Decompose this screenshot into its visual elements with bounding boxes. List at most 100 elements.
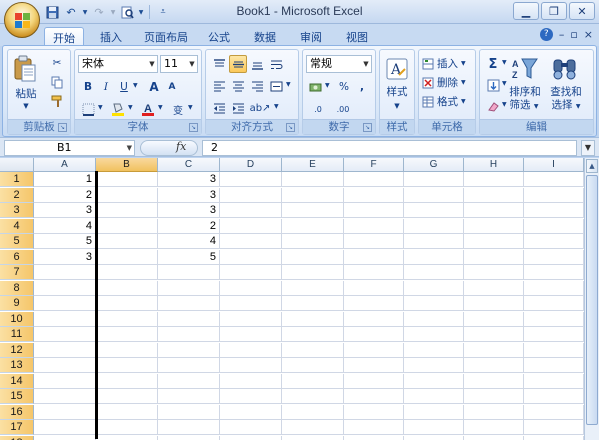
cell-e9[interactable] bbox=[282, 296, 344, 311]
bold-button[interactable]: B bbox=[79, 78, 97, 96]
cell-f2[interactable] bbox=[344, 187, 404, 203]
cell-g4[interactable] bbox=[404, 218, 464, 234]
cell-f4[interactable] bbox=[344, 218, 404, 234]
cell-b17[interactable] bbox=[96, 420, 158, 435]
fill-color-icon[interactable] bbox=[109, 100, 127, 118]
cell-d12[interactable] bbox=[220, 342, 282, 358]
name-box[interactable]: B1 ▼ bbox=[4, 140, 135, 156]
cell-g13[interactable] bbox=[404, 358, 464, 373]
cell-d17[interactable] bbox=[220, 420, 282, 435]
row-header-16[interactable]: 16 bbox=[0, 404, 34, 420]
cell-f13[interactable] bbox=[344, 358, 404, 373]
cell-g12[interactable] bbox=[404, 342, 464, 358]
align-middle-icon[interactable] bbox=[229, 55, 247, 73]
formula-input[interactable]: 2 bbox=[202, 140, 577, 156]
cell-c15[interactable] bbox=[158, 389, 220, 404]
column-header-c[interactable]: C bbox=[158, 158, 220, 172]
row-header-13[interactable]: 13 bbox=[0, 358, 34, 373]
column-header-e[interactable]: E bbox=[282, 158, 344, 172]
cell-g8[interactable] bbox=[404, 280, 464, 296]
row-header-5[interactable]: 5 bbox=[0, 234, 34, 249]
fill-color-dropdown-icon[interactable]: ▼ bbox=[128, 104, 133, 111]
format-painter-icon[interactable] bbox=[48, 92, 66, 110]
cell-c12[interactable] bbox=[158, 342, 220, 358]
styles-button[interactable]: 样式 bbox=[380, 86, 414, 98]
cell-i8[interactable] bbox=[524, 280, 584, 296]
cell-g6[interactable] bbox=[404, 249, 464, 265]
row-header-18[interactable]: 18 bbox=[0, 435, 34, 440]
cell-c16[interactable] bbox=[158, 404, 220, 420]
row-header-17[interactable]: 17 bbox=[0, 420, 34, 435]
vertical-scrollbar[interactable]: ▲ bbox=[584, 158, 599, 440]
cell-a6[interactable]: 3 bbox=[34, 249, 96, 265]
cell-h3[interactable] bbox=[464, 203, 524, 218]
cell-i16[interactable] bbox=[524, 404, 584, 420]
cell-b8[interactable] bbox=[96, 280, 158, 296]
cell-e11[interactable] bbox=[282, 327, 344, 342]
copy-icon[interactable] bbox=[48, 73, 66, 91]
cell-h10[interactable] bbox=[464, 311, 524, 327]
align-top-icon[interactable] bbox=[210, 55, 228, 73]
column-header-h[interactable]: H bbox=[464, 158, 524, 172]
cell-c17[interactable] bbox=[158, 420, 220, 435]
paste-icon[interactable] bbox=[12, 54, 38, 84]
tab-insert[interactable]: 插入 bbox=[92, 27, 130, 46]
cell-d7[interactable] bbox=[220, 265, 282, 280]
increase-decimal-button[interactable]: .0 bbox=[307, 100, 329, 118]
column-header-g[interactable]: G bbox=[404, 158, 464, 172]
cell-h17[interactable] bbox=[464, 420, 524, 435]
cell-a12[interactable] bbox=[34, 342, 96, 358]
italic-button[interactable]: I bbox=[97, 78, 115, 96]
row-header-15[interactable]: 15 bbox=[0, 389, 34, 404]
cell-a2[interactable]: 2 bbox=[34, 187, 96, 203]
cell-g11[interactable] bbox=[404, 327, 464, 342]
cell-a7[interactable] bbox=[34, 265, 96, 280]
cell-h4[interactable] bbox=[464, 218, 524, 234]
font-name-combo[interactable]: 宋体 ▼ bbox=[78, 55, 158, 73]
cell-f15[interactable] bbox=[344, 389, 404, 404]
tab-data[interactable]: 数据 bbox=[246, 27, 284, 46]
cell-f14[interactable] bbox=[344, 373, 404, 389]
column-header-i[interactable]: I bbox=[524, 158, 584, 172]
cell-c1[interactable]: 3 bbox=[158, 172, 220, 187]
row-header-6[interactable]: 6 bbox=[0, 249, 34, 265]
cell-a15[interactable] bbox=[34, 389, 96, 404]
cell-g16[interactable] bbox=[404, 404, 464, 420]
cell-h14[interactable] bbox=[464, 373, 524, 389]
cell-i13[interactable] bbox=[524, 358, 584, 373]
cell-i14[interactable] bbox=[524, 373, 584, 389]
cell-b15[interactable] bbox=[96, 389, 158, 404]
cell-e4[interactable] bbox=[282, 218, 344, 234]
cell-a4[interactable]: 4 bbox=[34, 218, 96, 234]
select-all-corner[interactable] bbox=[0, 158, 34, 172]
cell-c13[interactable] bbox=[158, 358, 220, 373]
help-icon[interactable]: ? bbox=[539, 28, 553, 41]
cell-i5[interactable] bbox=[524, 234, 584, 249]
cell-b1[interactable] bbox=[96, 172, 158, 187]
cell-h7[interactable] bbox=[464, 265, 524, 280]
formula-splitter[interactable] bbox=[140, 140, 198, 156]
wrap-text-icon[interactable] bbox=[267, 55, 285, 73]
cell-b12[interactable] bbox=[96, 342, 158, 358]
restore-icon[interactable]: ❐ bbox=[541, 2, 567, 20]
row-header-2[interactable]: 2 bbox=[0, 187, 34, 203]
cell-h2[interactable] bbox=[464, 187, 524, 203]
cell-f7[interactable] bbox=[344, 265, 404, 280]
cell-d18[interactable] bbox=[220, 435, 282, 440]
align-left-icon[interactable] bbox=[210, 77, 228, 95]
currency-icon[interactable] bbox=[307, 78, 325, 96]
expand-formula-bar-icon[interactable]: ▼ bbox=[581, 140, 595, 156]
comma-button[interactable]: , bbox=[353, 78, 371, 96]
fill-icon[interactable] bbox=[484, 76, 502, 94]
shrink-font-button[interactable]: A bbox=[163, 78, 181, 96]
sort-filter-icon[interactable]: AZ bbox=[510, 55, 540, 83]
increase-indent-icon[interactable] bbox=[229, 99, 247, 117]
paste-button[interactable]: 粘贴 bbox=[10, 88, 42, 100]
cell-c11[interactable] bbox=[158, 327, 220, 342]
cell-b2[interactable] bbox=[96, 187, 158, 203]
row-header-1[interactable]: 1 bbox=[0, 172, 34, 187]
row-header-9[interactable]: 9 bbox=[0, 296, 34, 311]
find-select-label-1[interactable]: 查找和 bbox=[544, 86, 588, 98]
cell-g14[interactable] bbox=[404, 373, 464, 389]
tab-home[interactable]: 开始 bbox=[44, 27, 84, 46]
